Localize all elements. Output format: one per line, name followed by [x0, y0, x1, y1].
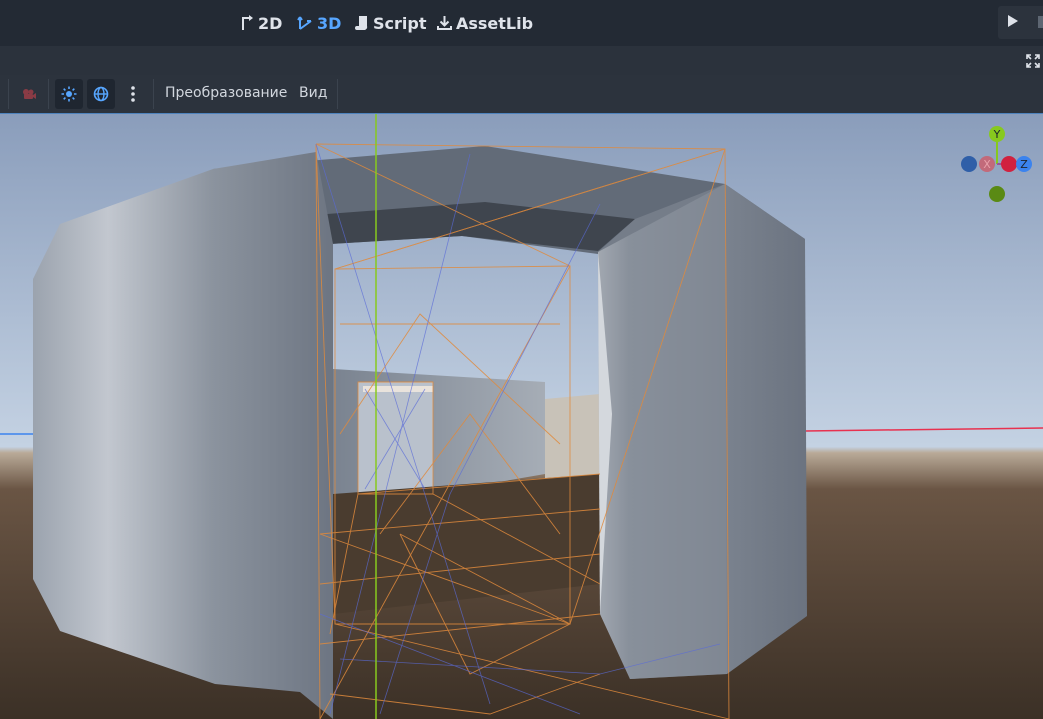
gizmo-neg-z-icon[interactable] — [961, 156, 977, 172]
2d-workspace-icon — [242, 15, 253, 30]
toolbar-separator — [8, 79, 9, 109]
3d-workspace-icon — [297, 16, 312, 30]
gizmo-y-label: Y — [993, 128, 1001, 141]
toolbar-separator — [337, 79, 338, 109]
sun-preview-toggle[interactable] — [55, 79, 83, 109]
scene-tab-bar — [0, 46, 1043, 75]
scene-render — [0, 114, 1043, 719]
play-icon[interactable] — [1008, 15, 1018, 27]
toolbar-separator — [48, 79, 49, 109]
environment-preview-toggle[interactable] — [87, 79, 115, 109]
3d-viewport[interactable]: Y X Z — [0, 113, 1043, 719]
gizmo-x-label: X — [983, 158, 991, 171]
download-icon — [437, 16, 452, 30]
workspace-script-button[interactable]: Script — [355, 10, 426, 36]
camera-icon — [23, 89, 36, 99]
distraction-free-icon[interactable] — [1026, 54, 1040, 68]
workspace-script-label: Script — [373, 13, 427, 33]
workspace-2d-button[interactable]: 2D — [240, 10, 282, 36]
workspace-3d-label: 3D — [317, 13, 342, 33]
orientation-gizmo[interactable]: Y X Z — [958, 126, 1038, 206]
gizmo-z-label: Z — [1020, 158, 1028, 171]
workspace-assetlib-button[interactable]: AssetLib — [437, 10, 533, 36]
gizmo-neg-y-icon[interactable] — [989, 186, 1005, 202]
more-options-icon — [131, 86, 135, 102]
workspace-3d-button[interactable]: 3D — [297, 10, 341, 36]
view-menu[interactable]: Вид — [299, 85, 327, 101]
environment-preview-icon — [93, 86, 109, 102]
workspace-bar: 2D 3D Script AssetLib — [0, 0, 1043, 46]
workspace-2d-label: 2D — [258, 13, 283, 33]
run-controls — [998, 6, 1043, 39]
toolbar-separator — [153, 79, 154, 109]
sun-preview-icon — [61, 86, 77, 102]
camera-preview-button[interactable] — [15, 79, 43, 109]
gizmo-x-icon[interactable] — [1001, 156, 1017, 172]
script-icon — [355, 16, 368, 31]
workspace-assetlib-label: AssetLib — [456, 13, 534, 33]
more-options-button[interactable] — [119, 79, 147, 109]
transform-menu[interactable]: Преобразование — [165, 85, 287, 101]
viewport-toolbar: Преобразование Вид — [0, 75, 1043, 113]
pause-icon[interactable] — [1038, 16, 1043, 28]
